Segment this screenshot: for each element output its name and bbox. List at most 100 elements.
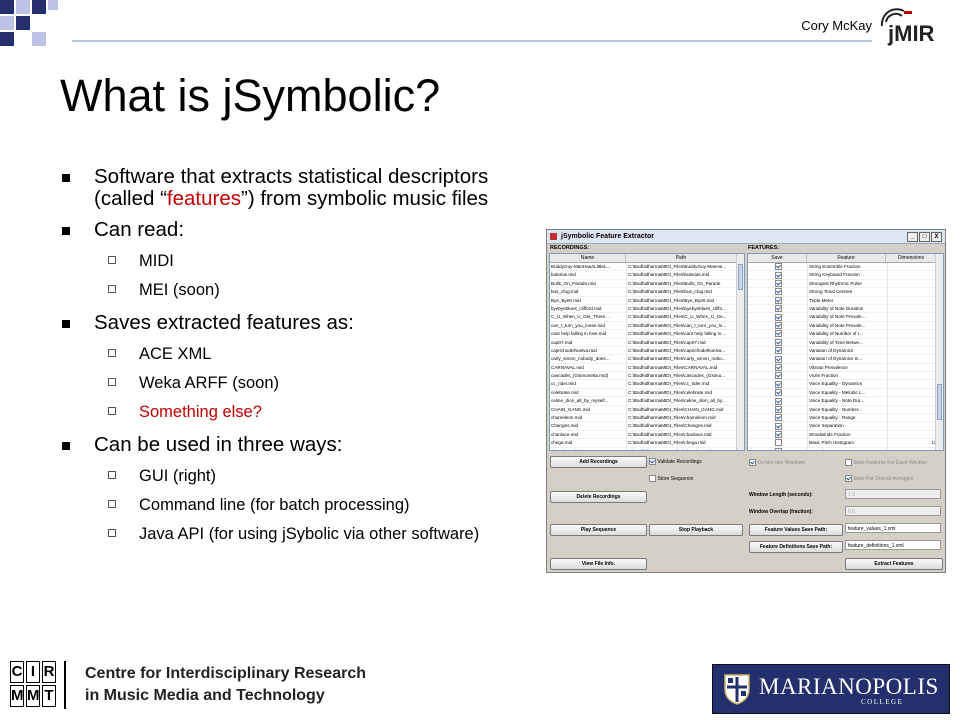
table-row[interactable]: Voice Equality - Number...1 bbox=[748, 405, 943, 415]
save-checkbox-cell[interactable] bbox=[748, 288, 808, 296]
save-checkbox-cell[interactable] bbox=[748, 313, 808, 321]
checkbox-icon[interactable] bbox=[774, 338, 782, 346]
features-scrollbar[interactable] bbox=[935, 254, 943, 450]
checkbox-icon[interactable] bbox=[774, 305, 782, 313]
table-row[interactable]: Voice Equality - Range1 bbox=[748, 414, 943, 423]
table-row[interactable]: Variability of Note Prevale...1 bbox=[748, 313, 943, 322]
checkbox-icon[interactable] bbox=[774, 447, 782, 450]
table-row[interactable]: cc_rider.mid C:\BodhidharmaMIDI_Files\cc_… bbox=[550, 380, 744, 389]
checkbox-icon[interactable] bbox=[774, 347, 782, 355]
table-row[interactable]: CARNAVAL.mid C:\BodhidharmaMIDI_Files\CAR… bbox=[550, 363, 744, 373]
save-checkbox-cell[interactable] bbox=[748, 304, 808, 313]
checkbox-icon[interactable] bbox=[774, 313, 782, 321]
checkbox-icon[interactable] bbox=[774, 363, 782, 371]
save-checkbox-cell[interactable] bbox=[748, 330, 808, 338]
checkbox-icon[interactable] bbox=[774, 322, 782, 330]
feature-definitions-save-path-button[interactable]: Feature Definitions Save Path: bbox=[749, 541, 843, 553]
table-row[interactable]: Woodwinds Fraction1 bbox=[748, 430, 943, 440]
table-row[interactable]: Strong Tonal Centres1 bbox=[748, 288, 943, 297]
table-row[interactable]: BuddyGuy-ManHasALittleL... C:\Bodhidharma… bbox=[550, 263, 744, 272]
table-row[interactable]: carly_simon_nobody_does... C:\Bodhidharma… bbox=[550, 355, 744, 364]
validate-recordings-checkbox[interactable]: Validate Recordings bbox=[649, 458, 702, 466]
table-row[interactable]: cascades_(Gsimonetta.mid) C:\BodhidharmaM… bbox=[550, 372, 744, 381]
checkbox-icon[interactable] bbox=[774, 296, 782, 304]
table-row[interactable]: Changes.mid C:\BodhidharmaMIDI_Files\Chan… bbox=[550, 422, 744, 431]
column-header-save[interactable]: Save bbox=[748, 254, 807, 262]
checkbox-icon[interactable] bbox=[774, 263, 782, 271]
stop-playback-button[interactable]: Stop Playback bbox=[649, 524, 743, 536]
checkbox-icon[interactable] bbox=[774, 380, 782, 388]
table-row[interactable]: Variability of Time Betwe...1 bbox=[748, 338, 943, 347]
table-row[interactable]: Variation of Dynamics In...1 bbox=[748, 355, 943, 364]
table-row[interactable]: chameleon.mid C:\BodhidharmaMIDI_Files\ch… bbox=[550, 414, 744, 423]
table-row[interactable]: bulerias.mid C:\BodhidharmaMIDI_Files\bul… bbox=[550, 271, 744, 280]
table-row[interactable]: caprichodelhuelva.mid C:\BodhidharmaMIDI_… bbox=[550, 346, 744, 356]
table-row[interactable]: Triple Meter1 bbox=[748, 296, 943, 305]
column-header-dimensions[interactable]: Dimensions bbox=[886, 254, 937, 262]
table-row[interactable]: String Ensemble Fraction1 bbox=[748, 263, 943, 272]
column-header-name[interactable]: Name bbox=[550, 254, 626, 262]
close-button[interactable]: X bbox=[931, 232, 942, 242]
table-row[interactable]: chega.mid C:\BodhidharmaMIDI_Files\chega.… bbox=[550, 439, 744, 448]
table-row[interactable]: celine_dion_all_by_myself... C:\Bodhidhar… bbox=[550, 397, 744, 406]
table-row[interactable]: chanlace.mid C:\BodhidharmaMIDI_Files\cha… bbox=[550, 430, 744, 440]
save-checkbox-cell[interactable] bbox=[748, 405, 808, 414]
table-row[interactable]: Vibrato Prevalence1 bbox=[748, 363, 943, 373]
table-row[interactable]: Variability of Note Duration1 bbox=[748, 304, 943, 314]
view-file-info-button[interactable]: View File Info. bbox=[550, 558, 647, 570]
checkbox-icon[interactable] bbox=[774, 330, 782, 338]
table-row[interactable]: cherokee.midC:\BodhidharmaMIDI_Files\che… bbox=[550, 447, 744, 450]
features-table[interactable]: Save Feature Dimensions String Ensemble … bbox=[747, 253, 944, 451]
do-not-use-windows-checkbox[interactable]: Do Not Use Windows bbox=[749, 459, 805, 467]
table-row[interactable]: Bye_Bye0.mid C:\BodhidharmaMIDI_Files\Bye… bbox=[550, 296, 744, 305]
save-checkbox-cell[interactable] bbox=[748, 338, 808, 346]
column-header-path[interactable]: Path bbox=[626, 254, 737, 262]
add-recordings-button[interactable]: Add Recordings bbox=[550, 456, 647, 468]
checkbox-icon[interactable] bbox=[774, 422, 782, 430]
table-row[interactable]: Voice Equality - Melodic L...1 bbox=[748, 388, 943, 398]
save-checkbox-cell[interactable] bbox=[748, 388, 808, 397]
checkbox-icon[interactable] bbox=[774, 397, 782, 405]
save-checkbox-cell[interactable] bbox=[748, 422, 808, 430]
checkbox-icon[interactable] bbox=[774, 439, 782, 447]
save-checkbox-cell[interactable] bbox=[748, 447, 808, 450]
table-row[interactable]: celebrate.mid C:\BodhidharmaMIDI_Files\ce… bbox=[550, 388, 744, 398]
save-checkbox-cell[interactable] bbox=[748, 439, 808, 447]
table-row[interactable]: Voice Equality - Note Dur...1 bbox=[748, 397, 943, 406]
recordings-scrollbar[interactable] bbox=[736, 254, 744, 450]
table-row[interactable]: Strongest Rhythmic Pulse1 bbox=[748, 279, 943, 289]
table-row[interactable]: Variability of Number of I...1 bbox=[748, 330, 943, 339]
table-row[interactable]: String Keyboard Fraction1 bbox=[748, 271, 943, 280]
table-row[interactable]: Basic Pitch Histogram128 bbox=[748, 439, 943, 448]
save-features-each-window-checkbox[interactable]: Save Features For Each Window bbox=[845, 459, 927, 467]
save-checkbox-cell[interactable] bbox=[748, 279, 808, 288]
feature-values-path-input[interactable]: feature_values_1.xml bbox=[845, 523, 941, 533]
save-checkbox-cell[interactable] bbox=[748, 372, 808, 380]
feature-values-save-path-button[interactable]: Feature Values Save Path: bbox=[749, 524, 843, 536]
extract-features-button[interactable]: Extract Features bbox=[845, 558, 943, 570]
checkbox-icon[interactable] bbox=[774, 288, 782, 296]
window-length-input[interactable]: 1.0 bbox=[845, 489, 941, 499]
table-row[interactable]: cant help falling in love.mid C:\Bodhidha… bbox=[550, 330, 744, 339]
checkbox-icon[interactable] bbox=[774, 431, 782, 439]
save-checkbox-cell[interactable] bbox=[748, 430, 808, 439]
table-row[interactable]: Variation of Dynamics1 bbox=[748, 346, 943, 356]
minimize-button[interactable]: _ bbox=[907, 232, 918, 242]
table-row[interactable]: cap07.mid C:\BodhidharmaMIDI_Files\cap07.… bbox=[550, 338, 744, 347]
save-checkbox-cell[interactable] bbox=[748, 355, 808, 363]
store-sequence-checkbox[interactable]: Store Sequence bbox=[649, 475, 693, 483]
table-row[interactable]: byebyeblues_clifford.mid C:\BodhidharmaMI… bbox=[550, 304, 744, 314]
checkbox-icon[interactable] bbox=[774, 389, 782, 397]
table-row[interactable]: Violin Fraction1 bbox=[748, 372, 943, 381]
save-checkbox-cell[interactable] bbox=[748, 296, 808, 304]
save-checkbox-cell[interactable] bbox=[748, 363, 808, 372]
save-checkbox-cell[interactable] bbox=[748, 346, 808, 355]
save-overall-averages-checkbox[interactable]: Save For Overall Averages bbox=[845, 475, 913, 483]
column-header-feature[interactable]: Feature bbox=[807, 254, 886, 262]
save-checkbox-cell[interactable] bbox=[748, 414, 808, 422]
recordings-table[interactable]: Name Path BuddyGuy-ManHasALittleL... C:\B… bbox=[549, 253, 745, 451]
play-sequence-button[interactable]: Play Sequence bbox=[550, 524, 647, 536]
save-checkbox-cell[interactable] bbox=[748, 321, 808, 330]
checkbox-icon[interactable] bbox=[774, 271, 782, 279]
checkbox-icon[interactable] bbox=[774, 414, 782, 422]
